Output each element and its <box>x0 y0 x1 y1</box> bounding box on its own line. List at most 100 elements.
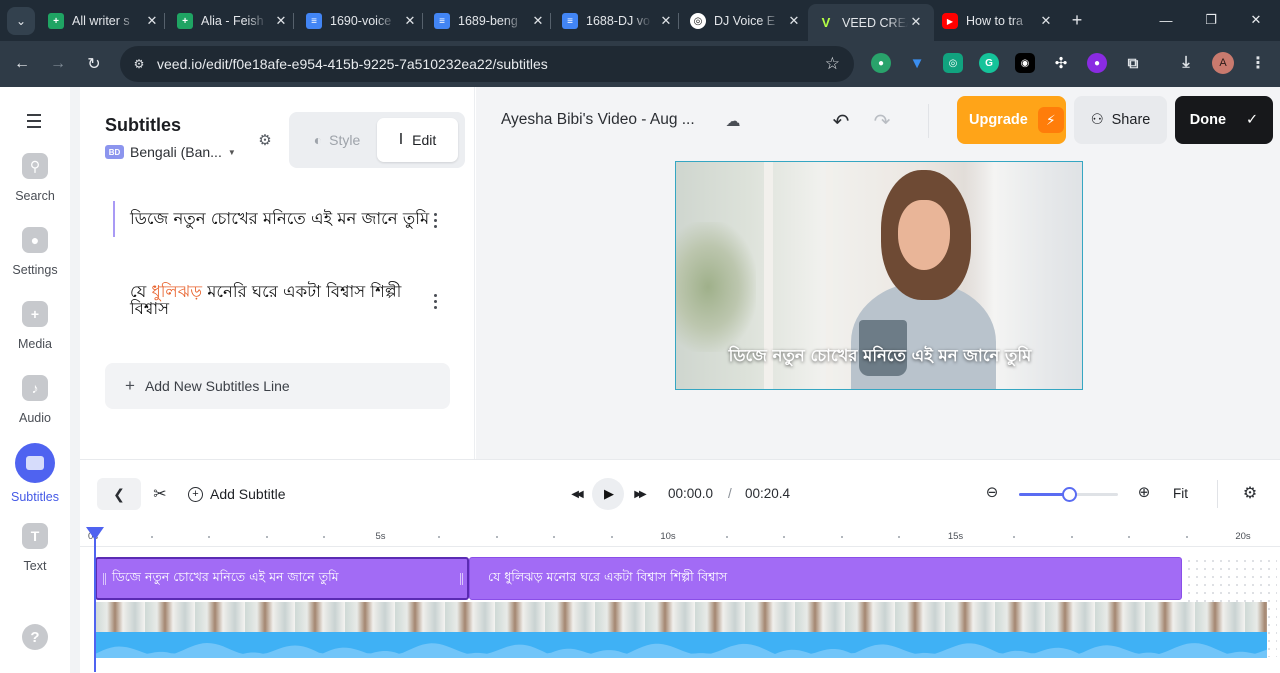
close-icon[interactable]: ✕ <box>273 13 289 29</box>
browser-menu-icon[interactable]: ⋮ <box>1248 53 1268 73</box>
style-mode-button[interactable]: ◐ Style <box>297 119 377 161</box>
minimize-icon[interactable]: — <box>1151 8 1181 32</box>
close-icon[interactable]: ✕ <box>1038 13 1054 29</box>
veed-editor: ⚲ Search ● Settings + Media ♪ Audio Subt… <box>0 87 1280 673</box>
sheets-icon: + <box>177 13 193 29</box>
close-icon[interactable]: ✕ <box>658 13 674 29</box>
url-text: veed.io/edit/f0e18afe-e954-415b-9225-7a5… <box>157 56 548 72</box>
extension-gpt-icon[interactable]: ◎ <box>943 53 963 73</box>
extension-camera-icon[interactable]: ◉ <box>1015 53 1035 73</box>
subtitle-line-text[interactable]: ডিজে নতুন চোখের মনিতে এই মন জানে তুমি <box>130 209 429 228</box>
browser-tab[interactable]: + Alia - Feish ✕ <box>177 6 289 36</box>
extension-puzzle-grid-icon[interactable]: ✣ <box>1051 53 1071 73</box>
close-icon[interactable]: ✕ <box>786 13 802 29</box>
extension-purple-icon[interactable]: ● <box>1087 53 1107 73</box>
site-info-icon[interactable]: ⚙ <box>130 55 148 73</box>
bookmark-star-icon[interactable]: ☆ <box>825 54 840 74</box>
more-options-icon[interactable] <box>428 290 442 312</box>
close-icon[interactable]: ✕ <box>402 13 418 29</box>
share-button[interactable]: ⚇ Share <box>1074 96 1167 144</box>
profile-avatar[interactable]: A <box>1212 52 1234 74</box>
video-preview[interactable]: ডিজে নতুন চোখের মনিতে এই মন জানে তুমি <box>675 161 1083 390</box>
subtitle-clip-text: যে ধুলিঝড় মনোর ঘরে একটা বিশ্বাস শিল্পী … <box>488 568 728 584</box>
project-title[interactable]: Ayesha Bibi's Video - Aug ... <box>501 111 695 129</box>
hamburger-menu-icon[interactable] <box>22 109 46 133</box>
current-time: 00:00.0 <box>668 486 714 501</box>
extension-shield-icon[interactable]: ▼ <box>907 53 927 73</box>
window-close-icon[interactable]: ✕ <box>1241 8 1271 32</box>
subtitle-line[interactable]: যে ধুলিঝড় মনেরি ঘরে একটা বিশ্বাস শিল্পী… <box>113 283 443 317</box>
edit-mode-button[interactable]: I Edit <box>377 118 458 162</box>
gear-icon[interactable]: ⚙ <box>1241 484 1259 502</box>
help-icon[interactable]: ? <box>22 624 48 650</box>
redo-icon[interactable]: ↷ <box>868 107 896 135</box>
audio-waveform <box>95 643 1267 658</box>
browser-tab[interactable]: + All writer s ✕ <box>48 6 160 36</box>
subtitle-settings-icon[interactable]: ⚙ <box>256 131 274 149</box>
language-selector[interactable]: BD Bengali (Ban... ▼ <box>105 144 236 160</box>
zoom-slider[interactable] <box>1019 487 1118 502</box>
nav-item-text[interactable]: T Text <box>0 523 70 593</box>
time-ruler[interactable]: 0s5s10s15s20s <box>80 526 1280 548</box>
nav-item-settings[interactable]: ● Settings <box>0 227 70 297</box>
subtitle-clip[interactable]: ডিজে নতুন চোখের মনিতে এই মন জানে তুমি <box>95 557 469 600</box>
tab-search-menu-icon[interactable]: ⌄ <box>7 7 35 35</box>
close-icon[interactable]: ✕ <box>530 13 546 29</box>
ruler-tick-label: 5s <box>375 531 386 542</box>
forward-arrow-icon[interactable]: → <box>46 52 70 76</box>
nav-item-media[interactable]: + Media <box>0 301 70 371</box>
reload-icon[interactable]: ↻ <box>82 52 106 76</box>
restore-icon[interactable]: ❐ <box>1196 8 1226 32</box>
clip-trim-handle[interactable] <box>103 572 106 585</box>
nav-item-subtitles[interactable]: Subtitles <box>0 443 70 519</box>
more-options-icon[interactable] <box>428 209 442 231</box>
done-label: Done <box>1189 112 1227 128</box>
add-line-label: Add New Subtitles Line <box>144 378 290 394</box>
timeline: ❮ ✂ + Add Subtitle ◀◀ ▶ ▶▶ 00:00.0 / 00:… <box>80 459 1280 673</box>
browser-tab[interactable]: ≡ 1689-beng ✕ <box>434 6 546 36</box>
zoom-out-icon[interactable]: ⊖ <box>983 483 1001 501</box>
fit-button[interactable]: Fit <box>1173 486 1188 501</box>
browser-tab[interactable]: ≡ 1688-DJ vo ✕ <box>562 6 674 36</box>
close-icon[interactable]: ✕ <box>144 13 160 29</box>
audio-waveform-track[interactable] <box>95 632 1267 658</box>
nav-item-audio[interactable]: ♪ Audio <box>0 375 70 445</box>
download-icon[interactable]: ⤓ <box>1176 53 1196 73</box>
collapse-back-button[interactable]: ❮ <box>97 478 141 510</box>
browser-tab[interactable]: ≡ 1690-voice ✕ <box>306 6 418 36</box>
extensions-puzzle-icon[interactable]: ⧉ <box>1123 53 1143 73</box>
play-button[interactable]: ▶ <box>592 478 624 510</box>
close-icon[interactable]: ✕ <box>908 14 924 30</box>
clip-trim-handle[interactable] <box>460 572 463 585</box>
add-subtitle-button[interactable]: + Add Subtitle <box>188 482 286 506</box>
extension-android-icon[interactable]: ● <box>871 53 891 73</box>
canvas-area: Ayesha Bibi's Video - Aug ... ☁ ↶ ↷ Upgr… <box>476 87 1280 459</box>
ruler-tick-label: 10s <box>660 531 676 542</box>
zoom-in-icon[interactable]: ⊕ <box>1135 483 1153 501</box>
done-button[interactable]: Done ✓ <box>1175 96 1273 144</box>
subtitle-clip[interactable]: যে ধুলিঝড় মনোর ঘরে একটা বিশ্বাস শিল্পী … <box>469 557 1182 600</box>
video-subtitle-caption[interactable]: ডিজে নতুন চোখের মনিতে এই মন জানে তুমি <box>676 343 1082 370</box>
rewind-icon[interactable]: ◀◀ <box>567 486 585 502</box>
new-tab-icon[interactable]: + <box>1066 9 1088 31</box>
add-subtitle-line-button[interactable]: + Add New Subtitles Line <box>105 363 450 409</box>
scissors-icon[interactable]: ✂ <box>150 482 170 506</box>
back-arrow-icon[interactable]: ← <box>10 52 34 76</box>
upgrade-button[interactable]: Upgrade ⚡ <box>957 96 1066 144</box>
docs-icon: ≡ <box>306 13 322 29</box>
address-bar[interactable]: ⚙ veed.io/edit/f0e18afe-e954-415b-9225-7… <box>120 46 854 82</box>
subtitles-panel: Subtitles BD Bengali (Ban... ▼ ⚙ ◐ Style… <box>80 87 475 459</box>
browser-tab[interactable]: ◎ DJ Voice E ✕ <box>690 6 802 36</box>
extension-grammarly-icon[interactable]: G <box>979 53 999 73</box>
browser-tab[interactable]: ▶ How to tra ✕ <box>942 6 1054 36</box>
subtitle-line[interactable]: ডিজে নতুন চোখের মনিতে এই মন জানে তুমি <box>113 201 443 237</box>
undo-icon[interactable]: ↶ <box>827 107 855 135</box>
browser-tab-active[interactable]: V VEED CREA ✕ <box>808 4 934 41</box>
video-track-thumbnails[interactable] <box>95 602 1267 634</box>
fast-forward-icon[interactable]: ▶▶ <box>630 486 648 502</box>
plus-circle-icon: + <box>188 486 203 502</box>
ruler-tick-dot <box>323 536 325 538</box>
zoom-slider-handle[interactable] <box>1061 487 1077 502</box>
nav-item-search[interactable]: ⚲ Search <box>0 153 70 223</box>
music-icon: ♪ <box>22 375 48 401</box>
